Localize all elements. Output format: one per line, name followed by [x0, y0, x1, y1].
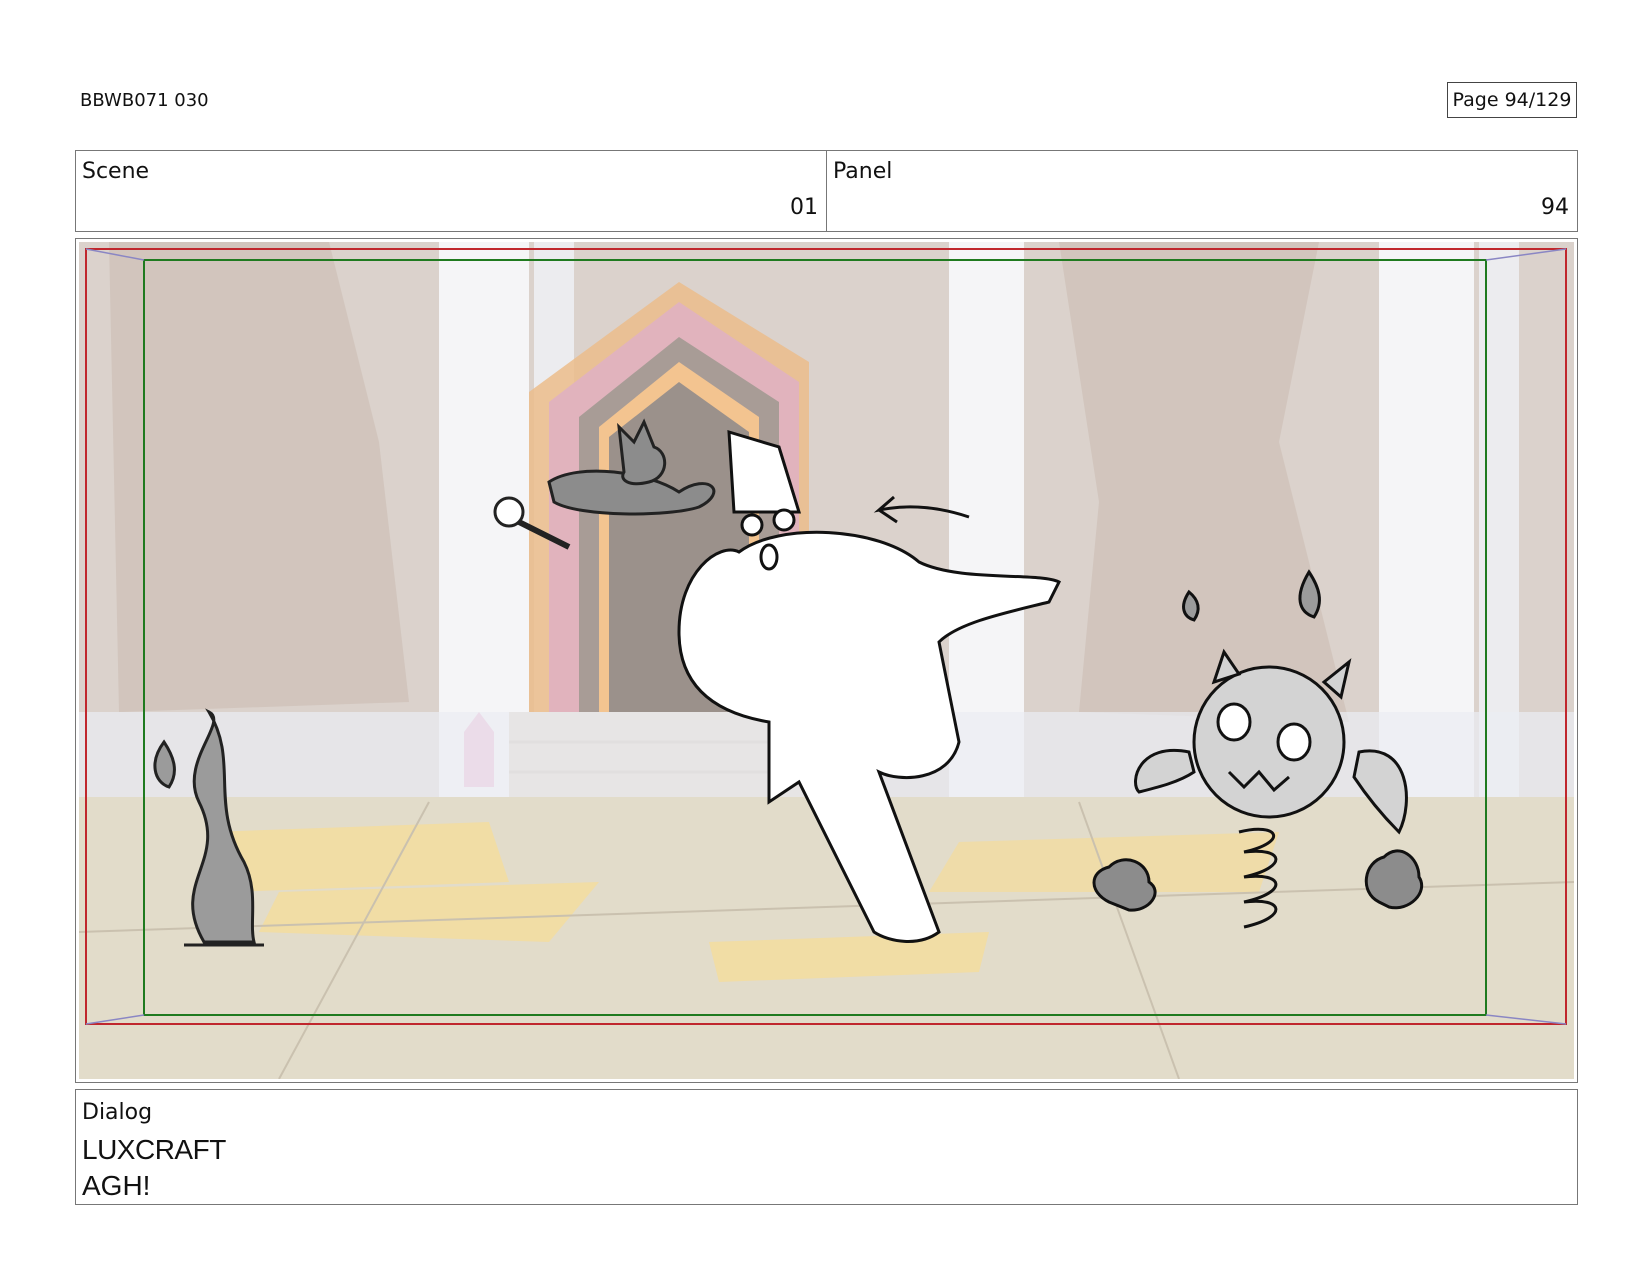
scene-number: 01: [790, 195, 818, 220]
dialog-line: AGH!: [82, 1170, 151, 1201]
panel-label: Panel: [833, 159, 893, 184]
skull-eye: [1216, 702, 1252, 742]
skull-creature-sketch: [1192, 665, 1346, 819]
wizard-mouth: [759, 543, 779, 571]
wizard-eye: [772, 508, 796, 532]
panel-cell: Panel 94: [826, 151, 1577, 231]
scene-cell: Scene 01: [76, 151, 826, 231]
dialog-box: Dialog LUXCRAFT AGH!: [75, 1089, 1578, 1205]
skull-eye: [1276, 722, 1312, 762]
wizard-eye: [740, 513, 764, 537]
storyboard-panel: [75, 238, 1578, 1083]
storyboard-drawing: [79, 242, 1574, 1079]
scene-panel-info: Scene 01 Panel 94: [75, 150, 1578, 232]
dialog-label: Dialog: [82, 1100, 153, 1125]
panel-number: 94: [1541, 195, 1569, 220]
dialog-character-name: LUXCRAFT: [82, 1134, 226, 1165]
scene-label: Scene: [82, 159, 150, 184]
page-number: Page 94/129: [1447, 82, 1577, 118]
document-id: BBWB071 030: [80, 90, 209, 111]
wand-sketch: [493, 496, 525, 528]
